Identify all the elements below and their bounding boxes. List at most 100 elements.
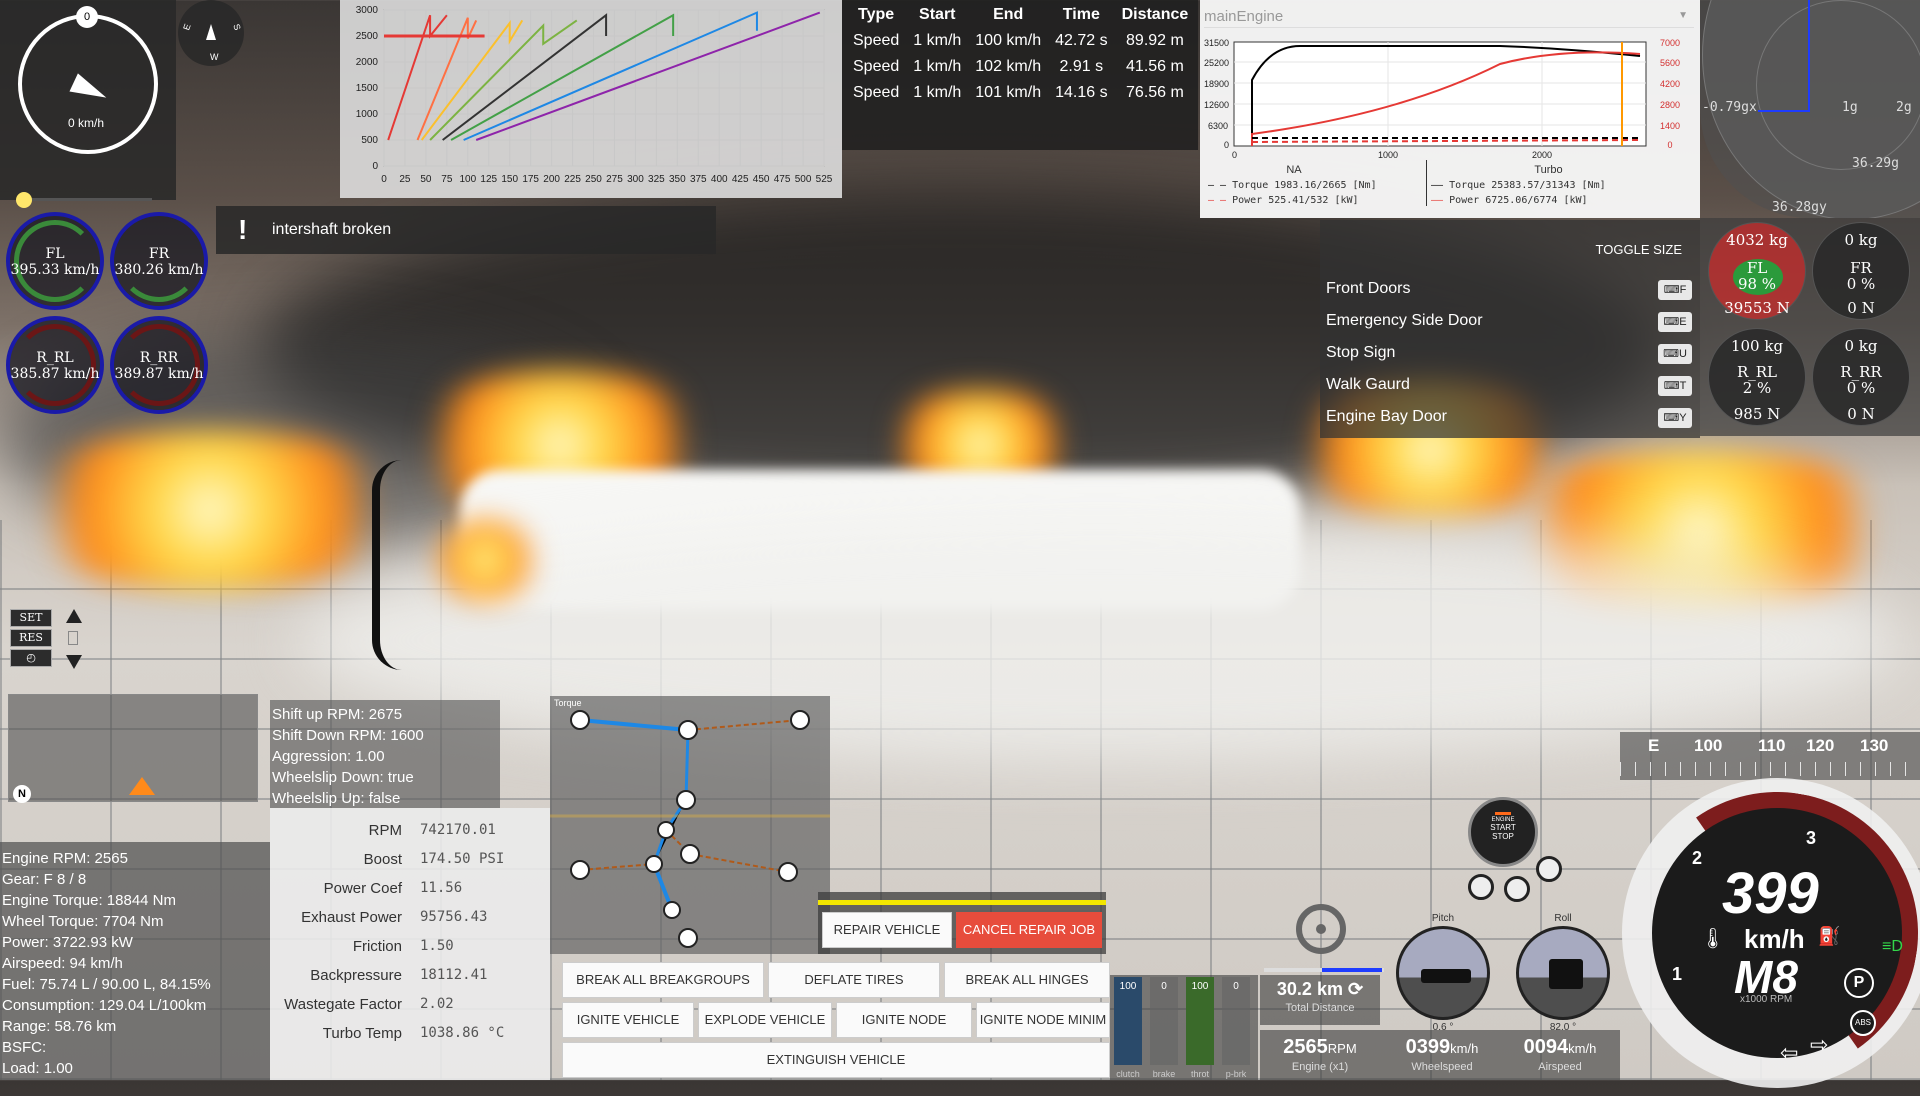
table-row: Speed 1 km/h 102 km/h 2.91 s 41.56 m <box>846 54 1195 80</box>
cruise-toggle-icon[interactable] <box>68 631 78 645</box>
turbo-key: Friction <box>352 938 402 955</box>
series-line <box>475 11 821 141</box>
slider-handle[interactable] <box>16 192 32 208</box>
extinguish-vehicle-button[interactable]: EXTINGUISH VEHICLE <box>562 1042 1110 1078</box>
turbo-key: RPM <box>368 822 402 839</box>
right-tick: 4200 <box>1660 79 1680 89</box>
key-letter: T <box>1679 380 1687 392</box>
cruise-up-icon[interactable] <box>66 609 82 623</box>
turbo-row: Wastegate Factor 2.02 <box>270 996 550 1024</box>
ignite-node-button[interactable]: IGNITE NODE <box>836 1002 972 1038</box>
engine-info-line: Range: 58.76 km <box>2 1018 117 1035</box>
heading-readout: 0 <box>76 6 98 28</box>
slider-track[interactable] <box>22 198 152 201</box>
pedal-value: 100 <box>1119 981 1137 992</box>
repair-vehicle-button[interactable]: REPAIR VEHICLE <box>822 912 952 948</box>
steering-hub <box>1316 924 1326 934</box>
turbo-value: 742170.01 <box>420 822 496 838</box>
clutch-node-icon <box>663 901 681 919</box>
door-item-stopsign[interactable]: Stop Sign ⌨U <box>1326 344 1692 368</box>
y-tick-label: 2000 <box>356 57 379 68</box>
warning-icon: ! <box>238 214 248 245</box>
turbo-value: 2.02 <box>420 996 454 1012</box>
acceleration-table: Type Start End Time Distance Speed 1 km/… <box>842 0 1198 150</box>
cruise-res-button[interactable]: RES <box>10 629 52 647</box>
turbo-row: Boost 174.50 PSI <box>270 851 550 879</box>
airspeed-big: 0094km/h <box>1500 1036 1620 1059</box>
wheel-speed: 389.87 km/h <box>114 366 204 382</box>
y-tick-label: 500 <box>361 135 378 146</box>
wheel-mode-icon[interactable] <box>1468 874 1494 900</box>
cruise-down-icon[interactable] <box>66 655 82 669</box>
shift-chart-svg: 3000 2500 2000 1500 1000 500 0 0 25 50 75 100 125 15… <box>356 5 833 185</box>
park-letter: P <box>1853 974 1865 991</box>
ignite-vehicle-button[interactable]: IGNITE VEHICLE <box>562 1002 694 1038</box>
tire-mass: 4032 kg <box>1726 231 1788 249</box>
cell: 102 km/h <box>975 58 1042 75</box>
right-signal-icon: ⇨ <box>1810 1032 1829 1057</box>
x-tick-label: 400 <box>711 174 728 185</box>
wheel-mode-icon[interactable] <box>1536 856 1562 882</box>
gforce-ring-2: 2g <box>1896 100 1912 115</box>
left-tick: 6300 <box>1208 121 1228 131</box>
door-label: Walk Gaurd <box>1326 376 1410 393</box>
legend-entry: — — Power 525.41/532 [kW] <box>1208 195 1359 206</box>
ignite-node-minimal-button[interactable]: IGNITE NODE MINIM <box>976 1002 1110 1038</box>
break-hinges-button[interactable]: BREAK ALL HINGES <box>944 962 1110 998</box>
reset-icon[interactable]: ⟳ <box>1348 979 1363 999</box>
x-tick-label: 125 <box>480 174 497 185</box>
pitch-deg: 0.6 ° <box>1432 1022 1454 1033</box>
engine-start-stop-button[interactable]: ENGINE START STOP <box>1468 797 1538 867</box>
tire-load-grid: 4032 kg FL 98 % 39553 N 0 kg FR 0 % 0 N … <box>1700 218 1920 436</box>
gforce-ring-1: 1g <box>1842 100 1858 115</box>
abs-label: ABS <box>1854 1018 1871 1027</box>
airspeed-readout: 0094km/h Airspeed <box>1500 1036 1620 1073</box>
wheel-mode-icon[interactable] <box>1504 876 1530 902</box>
compass-arrow-icon <box>206 24 216 40</box>
abs-icon: ABS <box>1850 1010 1876 1036</box>
park-brake-icon: P <box>1844 968 1874 998</box>
door-item-front[interactable]: Front Doors ⌨F <box>1326 280 1692 304</box>
y-tick-label: 1500 <box>356 83 379 94</box>
series-line <box>450 13 675 141</box>
compass-gauge: 0 0 km/h <box>0 0 176 208</box>
left-tick: 25200 <box>1204 58 1229 68</box>
tire-mass: 0 kg <box>1844 231 1878 249</box>
wheel-gauge-rr: R_RR 389.87 km/h <box>110 316 208 414</box>
cruise-speedo-icon[interactable]: ◴ <box>10 649 52 667</box>
deflate-tires-button[interactable]: DEFLATE TIRES <box>768 962 940 998</box>
tire-load-fl: 4032 kg FL 98 % 39553 N <box>1708 222 1806 320</box>
toggle-size-button[interactable]: TOGGLE SIZE <box>1596 242 1682 257</box>
x-tick-label: 175 <box>522 174 539 185</box>
power-icon <box>1495 812 1511 815</box>
cancel-repair-button[interactable]: CANCEL REPAIR JOB <box>956 912 1102 948</box>
mini-compass-w: W <box>210 52 219 62</box>
x-tick-label: 475 <box>774 174 791 185</box>
speedometer: 1 2 3 399 km/h M8 x1000 RPM 🌡 ⛽ P ABS ⇦ … <box>1613 769 1920 1096</box>
drive-shaft <box>687 719 801 731</box>
cruise-set-button[interactable]: SET <box>10 609 52 627</box>
truck-side-icon <box>1421 969 1471 983</box>
pedal-value: 0 <box>1233 981 1239 992</box>
tire-mass: 0 kg <box>1844 337 1878 355</box>
speed-mark: 100 <box>1694 736 1723 755</box>
table-row: Speed 1 km/h 100 km/h 42.72 s 89.92 m <box>846 28 1195 54</box>
wheelspeed-caption: Wheelspeed <box>1411 1061 1473 1073</box>
x-tick-label: 150 <box>501 174 518 185</box>
wheelspeed-unit: km/h <box>1450 1041 1479 1056</box>
break-breakgroups-button[interactable]: BREAK ALL BREAKGROUPS <box>562 962 764 998</box>
notification-toast[interactable]: ! intershaft broken <box>216 206 716 254</box>
keyboard-key-icon: ⌨Y <box>1658 408 1692 428</box>
engine-select[interactable]: mainEngine ▼ <box>1204 8 1694 28</box>
speed-value: 399 <box>1722 861 1819 926</box>
shift-info-line: Shift Down RPM: 1600 <box>272 727 424 744</box>
minimap[interactable]: N <box>8 694 258 803</box>
pitch-label: Pitch <box>1431 913 1455 924</box>
pedal-value: 100 <box>1191 981 1209 992</box>
door-item-walkguard[interactable]: Walk Gaurd ⌨T <box>1326 376 1692 400</box>
door-item-emergency[interactable]: Emergency Side Door ⌨E <box>1326 312 1692 336</box>
explode-vehicle-button[interactable]: EXPLODE VEHICLE <box>698 1002 832 1038</box>
door-item-enginebay[interactable]: Engine Bay Door ⌨Y <box>1326 408 1692 432</box>
right-tick: 1400 <box>1660 121 1680 131</box>
gearbox-node-icon <box>676 790 696 810</box>
